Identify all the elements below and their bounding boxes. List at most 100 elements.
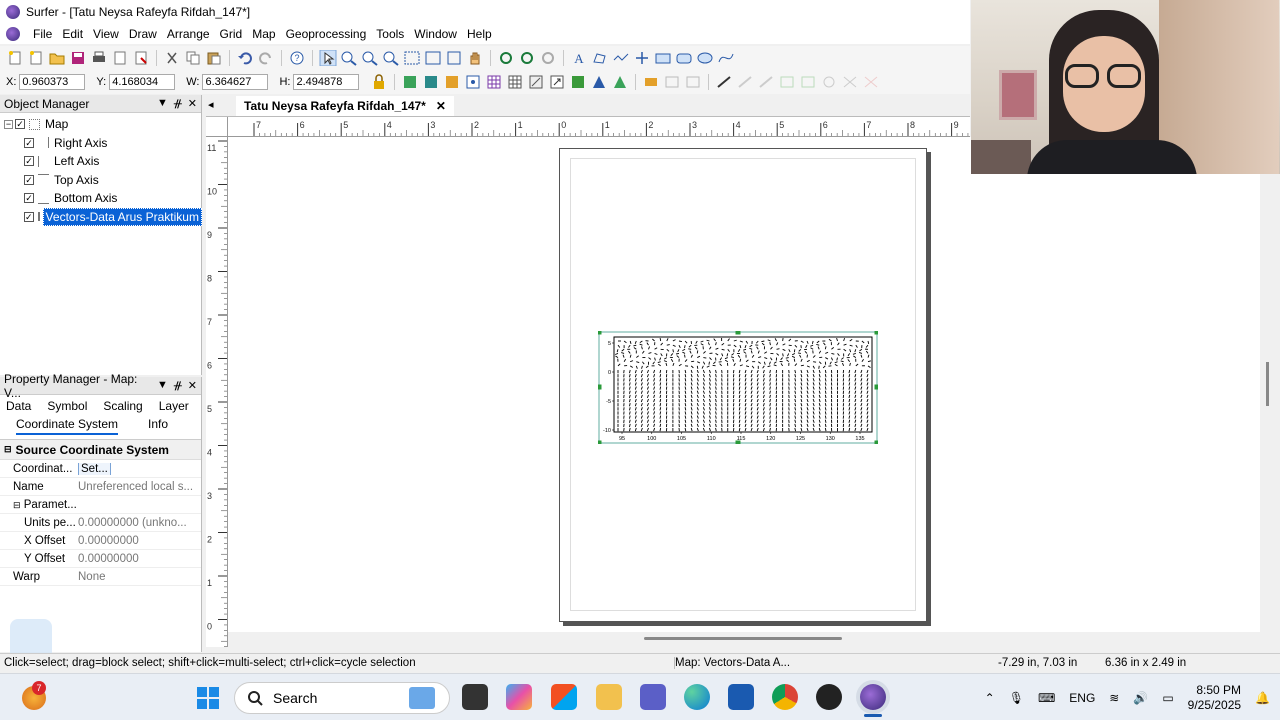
close-icon[interactable]: ✕ xyxy=(188,379,197,392)
section-source-coordinate-system[interactable]: ⊟ Source Coordinate System xyxy=(0,440,201,460)
menu-help[interactable]: Help xyxy=(462,27,497,41)
visibility-checkbox[interactable]: ✓ xyxy=(24,156,34,167)
contour-map-icon[interactable] xyxy=(443,74,461,90)
move-to-front-icon[interactable] xyxy=(422,74,440,90)
keyboard-icon[interactable]: ⌨ xyxy=(1038,691,1055,705)
align-icon[interactable] xyxy=(642,74,660,90)
select-arrow-icon[interactable] xyxy=(319,50,337,66)
menu-edit[interactable]: Edit xyxy=(57,27,88,41)
pin-icon[interactable]: ᚌ xyxy=(174,379,182,392)
zoom-fit-icon[interactable] xyxy=(382,50,400,66)
visibility-checkbox[interactable]: ✓ xyxy=(24,193,34,204)
taskbar-search[interactable]: Search xyxy=(234,682,450,714)
redraw-icon[interactable] xyxy=(518,50,536,66)
tree-item-vectors-layer[interactable]: ✓ Vectors-Data Arus Praktikum xyxy=(0,207,202,227)
collapse-icon[interactable]: ⊟ xyxy=(4,444,12,455)
menu-grid[interactable]: Grid xyxy=(215,27,248,41)
menu-geoprocessing[interactable]: Geoprocessing xyxy=(281,27,372,41)
tab-info[interactable]: Info xyxy=(148,417,168,435)
grid-map-icon[interactable] xyxy=(485,74,503,90)
polyline-icon[interactable] xyxy=(612,50,630,66)
text-icon[interactable]: A xyxy=(570,50,588,66)
help-icon[interactable]: ? xyxy=(288,50,306,66)
new-plot-icon[interactable] xyxy=(27,50,45,66)
language-indicator[interactable]: ENG xyxy=(1069,691,1095,705)
volume-icon[interactable]: 🔊 xyxy=(1133,691,1148,705)
tree-item-bottom-axis[interactable]: ✓ Bottom Axis xyxy=(0,189,201,208)
actual-size-icon[interactable] xyxy=(445,50,463,66)
tree-item-top-axis[interactable]: ✓ Top Axis xyxy=(0,171,201,190)
app-menu-icon[interactable] xyxy=(6,27,20,41)
tree-item-map[interactable]: − ✓ Map xyxy=(0,115,201,134)
menu-arrange[interactable]: Arrange xyxy=(162,27,215,41)
new-icon[interactable] xyxy=(6,50,24,66)
image-map-icon[interactable] xyxy=(569,74,587,90)
undo-icon[interactable] xyxy=(236,50,254,66)
microphone-icon[interactable]: 🎙 xyxy=(1009,691,1024,705)
width-field[interactable] xyxy=(202,74,269,90)
panel-menu-icon[interactable]: ▼ xyxy=(157,97,168,110)
battery-icon[interactable]: ▭ xyxy=(1162,691,1173,705)
zoom-rectangle-icon[interactable] xyxy=(403,50,421,66)
ellipse-icon[interactable] xyxy=(696,50,714,66)
prop-row-parameters[interactable]: ⊟ Paramet... xyxy=(0,496,201,514)
prop-row-warp[interactable]: Warp None xyxy=(0,568,201,586)
visibility-checkbox[interactable]: ✓ xyxy=(24,174,34,185)
vertical-scrollbar[interactable] xyxy=(1266,362,1269,406)
tab-coordinate-system[interactable]: Coordinate System xyxy=(16,417,119,435)
redo-icon[interactable] xyxy=(257,50,275,66)
copilot-icon[interactable] xyxy=(506,684,532,710)
height-field[interactable] xyxy=(293,74,360,90)
store-icon[interactable] xyxy=(551,684,577,710)
file-explorer-icon[interactable] xyxy=(596,684,622,710)
polygon-icon[interactable] xyxy=(591,50,609,66)
set-button[interactable]: Set... xyxy=(78,462,111,475)
shaded-relief-icon[interactable] xyxy=(590,74,608,90)
grid-table-icon[interactable] xyxy=(506,74,524,90)
menu-draw[interactable]: Draw xyxy=(124,27,162,41)
menu-window[interactable]: Window xyxy=(409,27,462,41)
vector-map[interactable]: 95 100 105 110 115 120 125 130 135 5 0 -5 -10 xyxy=(598,331,878,444)
menu-tools[interactable]: Tools xyxy=(371,27,409,41)
spline-icon[interactable] xyxy=(717,50,735,66)
task-view-icon[interactable] xyxy=(462,684,488,710)
horizontal-scrollbar[interactable] xyxy=(644,637,842,640)
menu-file[interactable]: File xyxy=(28,27,57,41)
cut-icon[interactable] xyxy=(163,50,181,66)
surfer-taskbar-icon[interactable] xyxy=(860,684,886,710)
lock-icon[interactable] xyxy=(370,74,388,90)
collapse-icon[interactable]: ⊟ xyxy=(13,500,21,510)
tab-scaling[interactable]: Scaling xyxy=(103,399,142,413)
rounded-rectangle-icon[interactable] xyxy=(675,50,693,66)
windows-start-icon[interactable] xyxy=(196,686,220,710)
zoom-out-icon[interactable] xyxy=(361,50,379,66)
recording-app-icon[interactable] xyxy=(816,684,842,710)
wifi-icon[interactable]: ≋ xyxy=(1109,691,1119,705)
tab-symbol[interactable]: Symbol xyxy=(47,399,87,413)
teams-icon[interactable] xyxy=(640,684,666,710)
print-icon[interactable] xyxy=(90,50,108,66)
collapse-icon[interactable]: − xyxy=(4,119,13,129)
panel-menu-icon[interactable]: ▼ xyxy=(157,379,168,392)
edge-icon[interactable] xyxy=(684,684,710,710)
vector-map-icon[interactable] xyxy=(527,74,545,90)
move-forward-icon[interactable] xyxy=(401,74,419,90)
visibility-checkbox[interactable]: ✓ xyxy=(15,119,25,130)
close-tab-icon[interactable]: ✕ xyxy=(436,99,446,113)
visibility-checkbox[interactable]: ✓ xyxy=(24,211,34,222)
auto-redraw-icon[interactable] xyxy=(539,50,557,66)
visibility-checkbox[interactable]: ✓ xyxy=(24,137,34,148)
tray-overflow-icon[interactable]: ⌃ xyxy=(985,691,995,705)
rectangle-icon[interactable] xyxy=(654,50,672,66)
paste-icon[interactable] xyxy=(205,50,223,66)
3d-surface-icon[interactable] xyxy=(611,74,629,90)
menu-view[interactable]: View xyxy=(88,27,124,41)
copy-icon[interactable] xyxy=(184,50,202,66)
x-field[interactable] xyxy=(19,74,86,90)
save-icon[interactable] xyxy=(69,50,87,66)
pin-icon[interactable]: ᚌ xyxy=(174,97,182,110)
menu-map[interactable]: Map xyxy=(247,27,280,41)
print-preview-icon[interactable] xyxy=(111,50,129,66)
notification-center-icon[interactable]: 🔔 xyxy=(1255,691,1270,705)
tree-item-left-axis[interactable]: ✓ Left Axis xyxy=(0,152,201,171)
